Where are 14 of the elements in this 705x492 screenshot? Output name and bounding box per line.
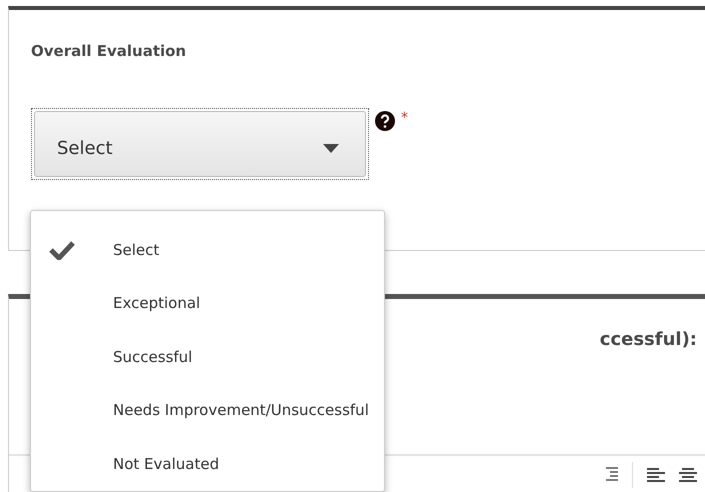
align-center-icon[interactable] bbox=[679, 467, 697, 483]
align-left-icon[interactable] bbox=[647, 467, 665, 483]
menu-option[interactable]: Exceptional bbox=[31, 276, 384, 330]
menu-option[interactable]: Select bbox=[31, 223, 384, 276]
menu-option[interactable]: Successful bbox=[31, 330, 384, 384]
caret-icon bbox=[323, 144, 339, 152]
list-icon[interactable] bbox=[606, 467, 618, 483]
required-mark: * bbox=[401, 110, 408, 126]
menu-option[interactable]: Not Evaluated bbox=[31, 437, 384, 490]
menu-option[interactable]: Needs Improvement/Unsuccessful bbox=[31, 384, 384, 437]
section-heading: Overall Evaluation bbox=[31, 42, 188, 60]
help-icon bbox=[375, 111, 395, 131]
evaluation-select[interactable]: Select bbox=[31, 108, 369, 180]
section-heading: ccessful): bbox=[598, 329, 697, 350]
